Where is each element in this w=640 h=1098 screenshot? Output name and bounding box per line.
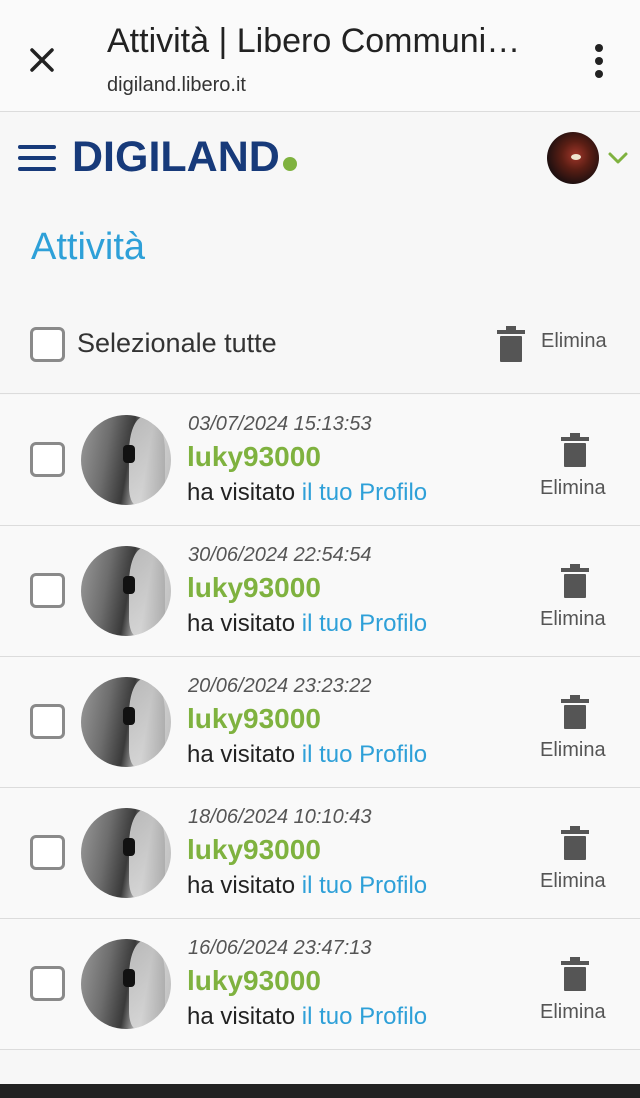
profile-link[interactable]: il tuo Profilo: [302, 1003, 427, 1030]
browser-toolbar: Attività | Libero Communi… digiland.libe…: [0, 0, 640, 112]
delete-button[interactable]: Elimina: [540, 870, 606, 893]
activity-action: ha visitato: [187, 872, 296, 899]
trash-icon[interactable]: [561, 957, 589, 991]
browser-page-title: Attività | Libero Communi…: [107, 22, 521, 60]
select-all-label[interactable]: Selezionale tutte: [77, 328, 277, 359]
profile-link[interactable]: il tuo Profilo: [302, 479, 427, 506]
delete-button[interactable]: Elimina: [540, 608, 606, 631]
profile-link[interactable]: il tuo Profilo: [302, 872, 427, 899]
activity-checkbox[interactable]: [30, 573, 65, 608]
visitor-username[interactable]: luky93000: [187, 441, 321, 473]
logo-dot: [283, 157, 297, 171]
activity-text: ha visitato il tuo Profilo: [187, 1003, 427, 1031]
delete-button[interactable]: Elimina: [540, 477, 606, 500]
visitor-avatar[interactable]: [81, 808, 171, 898]
activity-item: 16/06/2024 23:47:13 luky93000 ha visitat…: [0, 919, 640, 1050]
activity-text: ha visitato il tuo Profilo: [187, 610, 427, 638]
close-icon[interactable]: [22, 40, 62, 80]
activity-checkbox[interactable]: [30, 966, 65, 1001]
visitor-avatar[interactable]: [81, 546, 171, 636]
activity-checkbox[interactable]: [30, 704, 65, 739]
select-all-row: Selezionale tutte Elimina: [0, 300, 640, 394]
activity-text: ha visitato il tuo Profilo: [187, 479, 427, 507]
activity-date: 16/06/2024 23:47:13: [188, 937, 372, 959]
delete-button[interactable]: Elimina: [540, 1001, 606, 1024]
user-avatar[interactable]: [547, 132, 599, 184]
activity-checkbox[interactable]: [30, 442, 65, 477]
digiland-logo[interactable]: DIGILAND: [72, 134, 280, 180]
profile-link[interactable]: il tuo Profilo: [302, 741, 427, 768]
activity-item: 30/06/2024 22:54:54 luky93000 ha visitat…: [0, 526, 640, 657]
visitor-username[interactable]: luky93000: [187, 965, 321, 997]
activity-action: ha visitato: [187, 1003, 296, 1030]
system-navigation-bar: [0, 1084, 640, 1098]
activity-checkbox[interactable]: [30, 835, 65, 870]
browser-url[interactable]: digiland.libero.it: [107, 74, 246, 97]
visitor-username[interactable]: luky93000: [187, 572, 321, 604]
trash-icon[interactable]: [561, 564, 589, 598]
visitor-username[interactable]: luky93000: [187, 834, 321, 866]
site-header: DIGILAND: [0, 112, 640, 204]
select-all-checkbox[interactable]: [30, 327, 65, 362]
activity-date: 30/06/2024 22:54:54: [188, 544, 372, 566]
visitor-avatar[interactable]: [81, 939, 171, 1029]
activity-text: ha visitato il tuo Profilo: [187, 741, 427, 769]
profile-link[interactable]: il tuo Profilo: [302, 610, 427, 637]
trash-icon[interactable]: [561, 695, 589, 729]
visitor-avatar[interactable]: [81, 677, 171, 767]
activity-text: ha visitato il tuo Profilo: [187, 872, 427, 900]
hamburger-icon[interactable]: [18, 142, 56, 174]
activity-item: 20/06/2024 23:23:22 luky93000 ha visitat…: [0, 657, 640, 788]
activity-list: 03/07/2024 15:13:53 luky93000 ha visitat…: [0, 395, 640, 1050]
delete-all-button[interactable]: Elimina: [541, 330, 607, 353]
activity-item: 18/06/2024 10:10:43 luky93000 ha visitat…: [0, 788, 640, 919]
page-title: Attività: [31, 226, 146, 268]
activity-action: ha visitato: [187, 741, 296, 768]
activity-date: 20/06/2024 23:23:22: [188, 675, 372, 697]
activity-date: 18/06/2024 10:10:43: [188, 806, 372, 828]
activity-action: ha visitato: [187, 479, 296, 506]
trash-icon[interactable]: [561, 826, 589, 860]
activity-item: 03/07/2024 15:13:53 luky93000 ha visitat…: [0, 395, 640, 526]
visitor-avatar[interactable]: [81, 415, 171, 505]
trash-icon[interactable]: [497, 326, 525, 362]
activity-action: ha visitato: [187, 610, 296, 637]
more-options-icon[interactable]: [583, 40, 615, 84]
activity-date: 03/07/2024 15:13:53: [188, 413, 372, 435]
visitor-username[interactable]: luky93000: [187, 703, 321, 735]
trash-icon[interactable]: [561, 433, 589, 467]
delete-button[interactable]: Elimina: [540, 739, 606, 762]
chevron-down-icon[interactable]: [607, 150, 629, 166]
